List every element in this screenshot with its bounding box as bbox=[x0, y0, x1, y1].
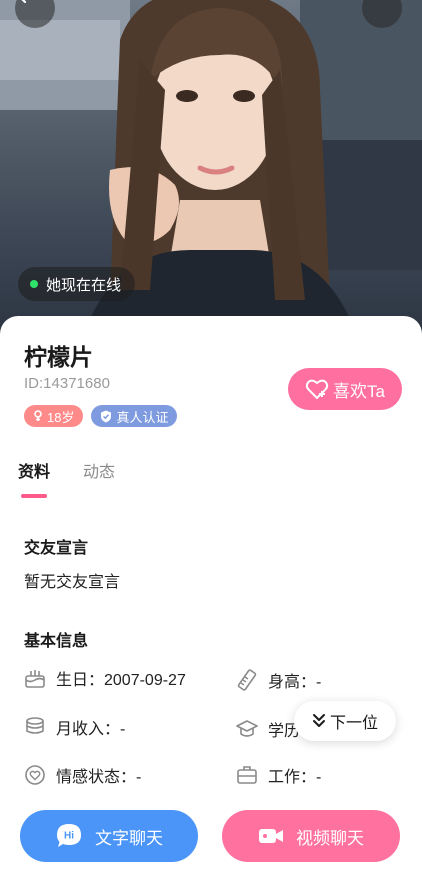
ruler-icon bbox=[237, 669, 257, 691]
next-profile-label: 下一位 bbox=[329, 715, 378, 732]
info-income-text: 月收入：- bbox=[56, 721, 126, 738]
text-chat-button[interactable]: Hi 文字聊天 bbox=[20, 810, 198, 862]
verified-tag-label: 真人认证 bbox=[116, 409, 169, 425]
info-relationship: 情感状态：- bbox=[24, 763, 141, 787]
profile-photo[interactable]: 她现在在线 bbox=[0, 0, 422, 345]
declaration-title: 交友宣言 bbox=[24, 540, 89, 557]
coins-icon bbox=[26, 717, 44, 734]
info-job-text: 工作：- bbox=[268, 769, 322, 786]
online-dot-icon bbox=[30, 280, 38, 288]
info-height: 身高：- bbox=[236, 668, 321, 692]
cake-icon bbox=[25, 670, 45, 688]
profile-tabs: 资料 动态 bbox=[18, 458, 115, 498]
video-camera-icon bbox=[259, 829, 283, 843]
info-education: 学历 bbox=[236, 717, 300, 741]
double-chevron-down-icon bbox=[312, 714, 325, 727]
heart-status-icon bbox=[25, 765, 45, 785]
profile-card: 柠檬片 ID:14371680 18岁 真人认证 喜欢Ta 资料 动态 交友宣言 bbox=[0, 316, 422, 876]
like-button-label: 喜欢Ta bbox=[333, 381, 385, 401]
profile-id: ID:14371680 bbox=[24, 375, 110, 392]
female-icon bbox=[34, 410, 42, 421]
verified-tag: 真人认证 bbox=[91, 405, 178, 427]
age-tag-label: 18岁 bbox=[47, 409, 75, 425]
briefcase-icon bbox=[237, 766, 257, 784]
online-status-badge: 她现在在线 bbox=[18, 267, 136, 301]
profile-name: 柠檬片 bbox=[24, 344, 93, 370]
video-chat-label: 视频聊天 bbox=[296, 828, 364, 848]
chat-bubble-icon: Hi bbox=[57, 824, 81, 847]
text-chat-label: 文字聊天 bbox=[95, 828, 163, 848]
next-profile-button[interactable]: 下一位 bbox=[293, 701, 396, 741]
info-job: 工作：- bbox=[236, 763, 321, 787]
info-height-text: 身高：- bbox=[268, 674, 322, 691]
like-button[interactable]: 喜欢Ta bbox=[288, 368, 402, 410]
graduation-cap-icon bbox=[236, 720, 258, 737]
info-birthday-text: 生日：2007-09-27 bbox=[56, 672, 186, 689]
age-tag: 18岁 bbox=[24, 405, 84, 427]
basic-info-title: 基本信息 bbox=[24, 633, 89, 650]
video-chat-button[interactable]: 视频聊天 bbox=[222, 810, 400, 862]
profile-tags: 18岁 真人认证 bbox=[24, 405, 178, 427]
shield-check-icon bbox=[101, 410, 112, 422]
tab-profile[interactable]: 资料 bbox=[18, 458, 50, 498]
online-status-text: 她现在在线 bbox=[46, 276, 122, 294]
info-birthday: 生日：2007-09-27 bbox=[24, 666, 186, 690]
heart-plus-icon bbox=[305, 379, 329, 400]
chat-badge-text: Hi bbox=[64, 831, 74, 842]
tab-moments[interactable]: 动态 bbox=[83, 458, 115, 498]
info-relationship-text: 情感状态：- bbox=[56, 769, 142, 786]
declaration-text: 暂无交友宣言 bbox=[24, 574, 121, 591]
info-income: 月收入：- bbox=[24, 715, 125, 739]
chevron-left-icon bbox=[21, 0, 27, 4]
